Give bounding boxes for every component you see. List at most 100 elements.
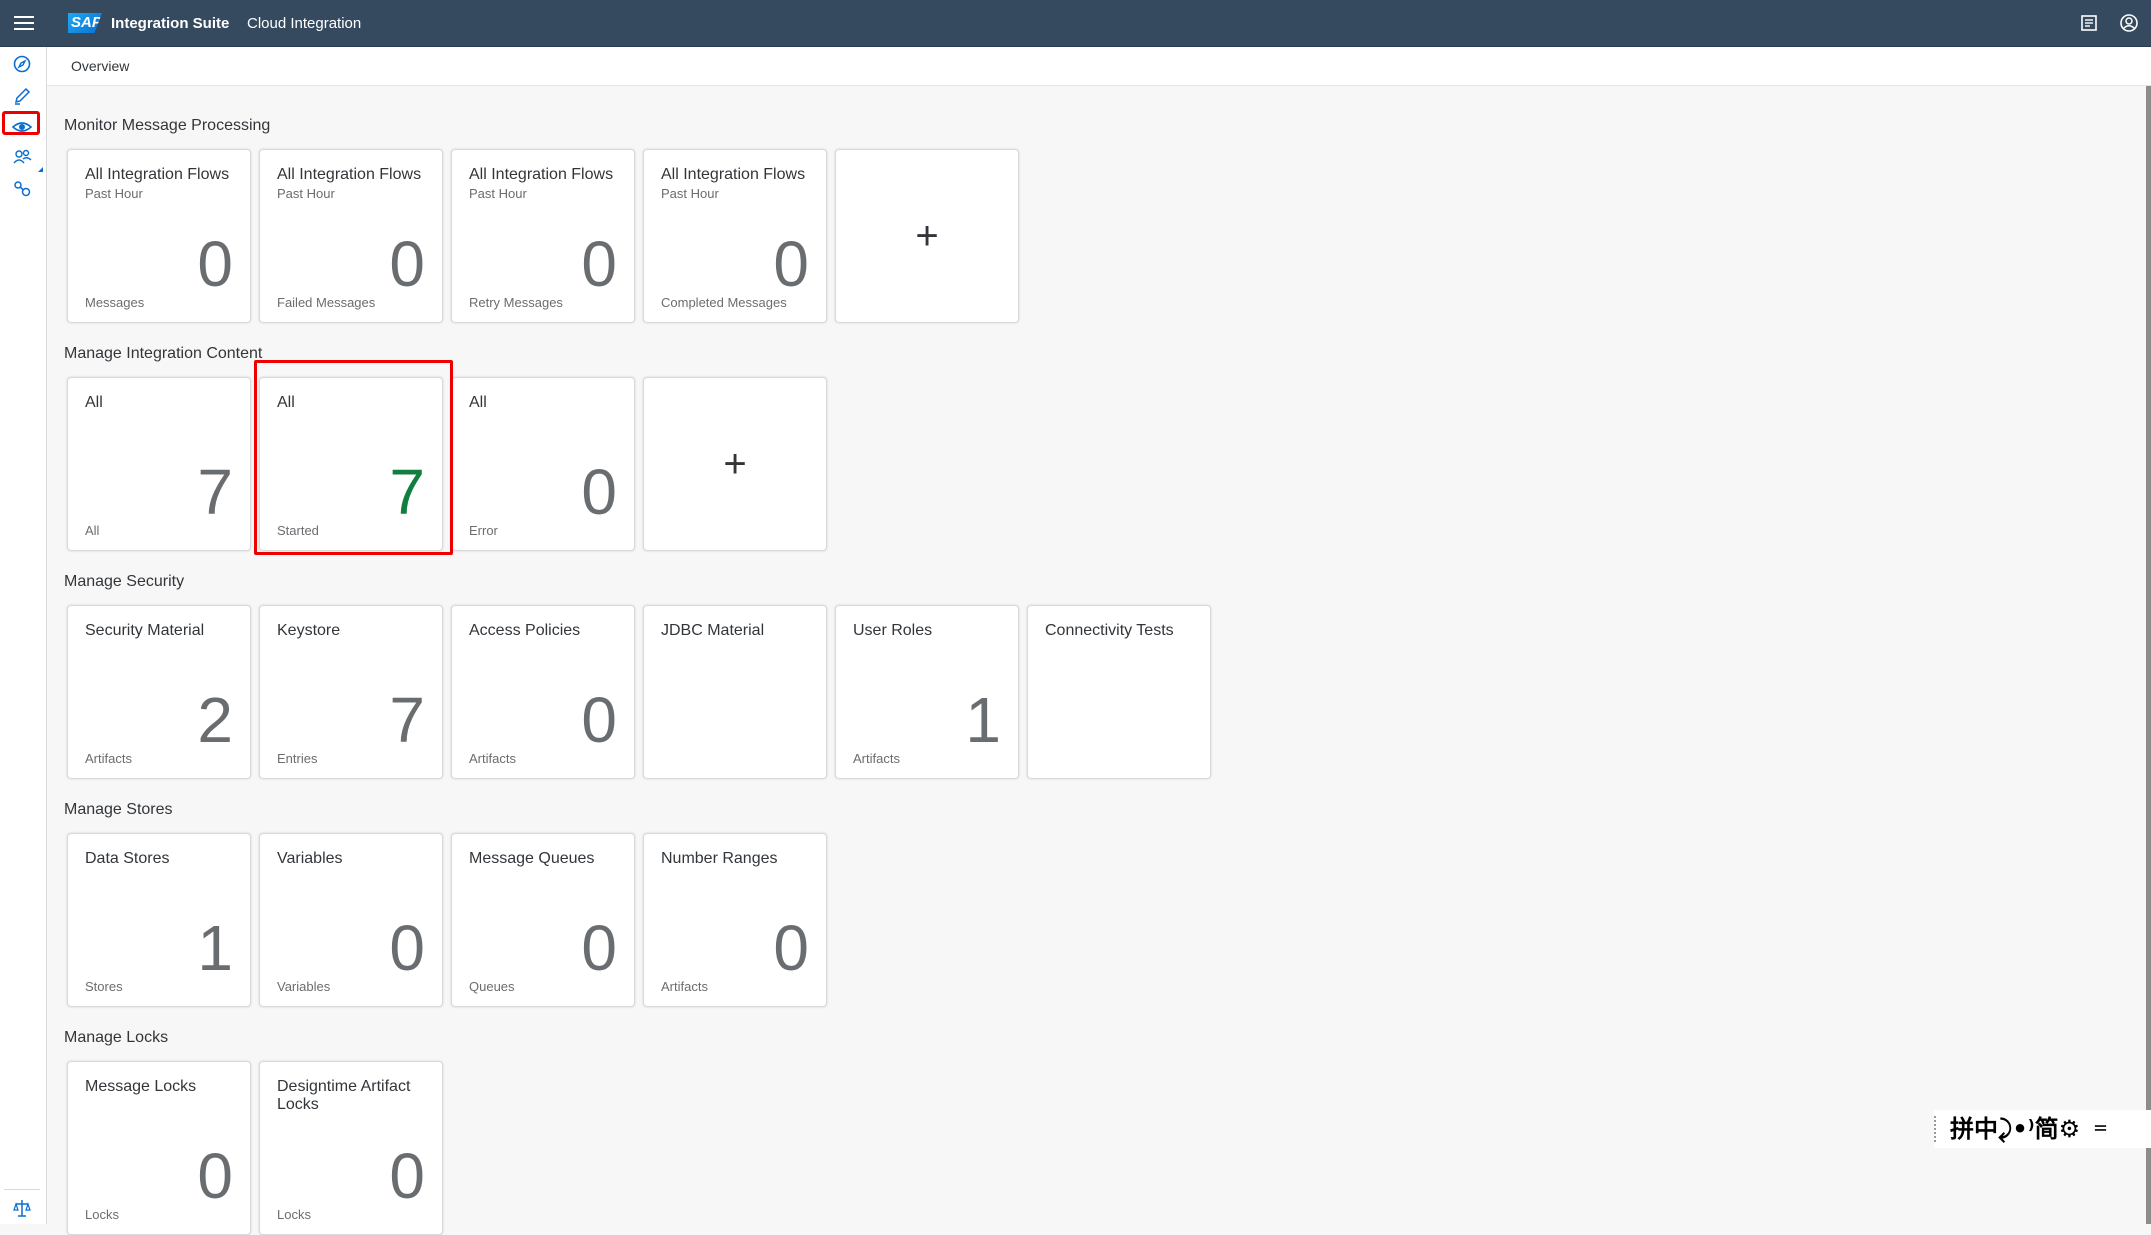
tile-footer: Messages <box>85 295 145 310</box>
tile-designtime-artifact-locks[interactable]: Designtime Artifact Locks 0 Locks <box>259 1061 443 1235</box>
tile-keystore[interactable]: Keystore 7 Entries <box>259 605 443 779</box>
tile-value: 0 <box>581 912 617 984</box>
tile-footer: Failed Messages <box>277 295 376 310</box>
tile-title: All Integration Flows <box>661 166 806 183</box>
tile-content-all[interactable]: All 7 All <box>67 377 251 551</box>
tile-content-error[interactable]: All 0 Error <box>451 377 635 551</box>
tile-title: Data Stores <box>85 850 170 867</box>
tile-message-queues[interactable]: Message Queues 0 Queues <box>451 833 635 1007</box>
tile-title: Keystore <box>277 622 341 639</box>
tile-variables[interactable]: Variables 0 Variables <box>259 833 443 1007</box>
tile-footer: Locks <box>277 1207 311 1222</box>
design-icon[interactable] <box>11 85 33 107</box>
sap-logo[interactable]: SAP <box>68 13 102 33</box>
tile-failed-messages[interactable]: All Integration Flows Past Hour 0 Failed… <box>259 149 443 323</box>
tile-security-material[interactable]: Security Material 2 Artifacts <box>67 605 251 779</box>
monitor-selection-highlight <box>2 111 40 135</box>
tile-value: 0 <box>197 228 233 300</box>
tile-footer: Queues <box>469 979 515 994</box>
tile-subtitle: Past Hour <box>469 186 527 201</box>
tile-title: Connectivity Tests <box>1045 622 1174 639</box>
breadcrumb-bar: Overview <box>47 47 2151 86</box>
tile-footer: Artifacts <box>661 979 708 994</box>
user-groups-icon[interactable] <box>11 147 33 169</box>
app-title: Cloud Integration <box>247 15 362 32</box>
add-tile-content[interactable]: + <box>643 377 827 551</box>
tile-value: 0 <box>581 228 617 300</box>
tile-title: JDBC Material <box>661 622 765 639</box>
tile-title: Message Locks <box>85 1078 197 1095</box>
section-title-content: Manage Integration Content <box>64 345 263 362</box>
tile-connectivity-tests[interactable]: Connectivity Tests <box>1027 605 1211 779</box>
tile-footer: Stores <box>85 979 123 994</box>
tile-footer: Entries <box>277 751 318 766</box>
discover-icon[interactable] <box>11 53 33 75</box>
tile-user-roles[interactable]: User Roles 1 Artifacts <box>835 605 1019 779</box>
tile-value: 0 <box>773 912 809 984</box>
tile-value: 0 <box>389 228 425 300</box>
tile-jdbc-material[interactable]: JDBC Material <box>643 605 827 779</box>
add-icon: + <box>723 441 747 486</box>
tile-retry-messages[interactable]: All Integration Flows Past Hour 0 Retry … <box>451 149 635 323</box>
scrollbar-thumb[interactable] <box>2146 86 2151 1224</box>
tile-title: All Integration Flows <box>469 166 614 183</box>
tile-title: Designtime Artifact Locks <box>277 1078 411 1113</box>
tile-title: Number Ranges <box>661 850 778 867</box>
tile-access-policies[interactable]: Access Policies 0 Artifacts <box>451 605 635 779</box>
tile-title: All <box>85 394 103 411</box>
shell-header: SAP Integration Suite Cloud Integration <box>0 0 2151 47</box>
started-tile-highlight <box>254 360 453 555</box>
breadcrumb[interactable]: Overview <box>71 58 129 74</box>
tile-footer: Locks <box>85 1207 119 1222</box>
tile-footer: Artifacts <box>469 751 516 766</box>
tile-value: 0 <box>581 684 617 756</box>
tile-value: 0 <box>389 1140 425 1212</box>
tile-completed-messages[interactable]: All Integration Flows Past Hour 0 Comple… <box>643 149 827 323</box>
tile-footer: Error <box>469 523 498 538</box>
settings-icon[interactable] <box>11 178 33 200</box>
tile-footer: All <box>85 523 100 538</box>
section-title-monitor: Monitor Message Processing <box>64 117 271 134</box>
tile-messages[interactable]: All Integration Flows Past Hour 0 Messag… <box>67 149 251 323</box>
tile-title: All Integration Flows <box>277 166 422 183</box>
tile-title: All <box>469 394 487 411</box>
tile-title: User Roles <box>853 622 933 639</box>
menu-icon[interactable] <box>12 12 36 34</box>
add-tile-monitor[interactable]: + <box>835 149 1019 323</box>
tile-subtitle: Past Hour <box>661 186 719 201</box>
tile-value: 2 <box>197 684 233 756</box>
legal-icon[interactable] <box>11 1197 33 1219</box>
ime-toolbar-text[interactable]: 拼中⤸•⁾简⚙ ゠ <box>1950 1115 2113 1143</box>
tile-title: Message Queues <box>469 850 595 867</box>
tile-value: 0 <box>389 912 425 984</box>
tile-value: 7 <box>389 684 425 756</box>
tile-footer: Variables <box>277 979 331 994</box>
side-navigation <box>0 47 47 1224</box>
user-profile-icon[interactable] <box>2119 13 2139 33</box>
nav-divider <box>4 1189 40 1190</box>
section-title-stores: Manage Stores <box>64 801 173 818</box>
section-title-locks: Manage Locks <box>64 1029 169 1046</box>
tile-title: Variables <box>277 850 343 867</box>
add-icon: + <box>915 213 939 258</box>
ime-toolbar[interactable]: 拼中⤸•⁾简⚙ ゠ <box>1934 1110 2151 1148</box>
tile-number-ranges[interactable]: Number Ranges 0 Artifacts <box>643 833 827 1007</box>
tile-data-stores[interactable]: Data Stores 1 Stores <box>67 833 251 1007</box>
notes-icon[interactable] <box>2079 13 2099 33</box>
tile-title: All Integration Flows <box>85 166 230 183</box>
tile-subtitle: Past Hour <box>277 186 335 201</box>
tile-value: 1 <box>965 684 1001 756</box>
tile-title: Security Material <box>85 622 205 639</box>
tile-footer: Retry Messages <box>469 295 563 310</box>
section-title-security: Manage Security <box>64 573 185 590</box>
tile-value: 0 <box>197 1140 233 1212</box>
tile-value: 7 <box>197 456 233 528</box>
tile-subtitle: Past Hour <box>85 186 143 201</box>
page-scrollbar[interactable] <box>2146 86 2151 1224</box>
ime-grip[interactable] <box>1934 1116 1940 1142</box>
tile-message-locks[interactable]: Message Locks 0 Locks <box>67 1061 251 1235</box>
tile-value: 1 <box>197 912 233 984</box>
product-title: Integration Suite <box>111 15 230 32</box>
tile-value: 0 <box>581 456 617 528</box>
tile-footer: Completed Messages <box>661 295 787 310</box>
